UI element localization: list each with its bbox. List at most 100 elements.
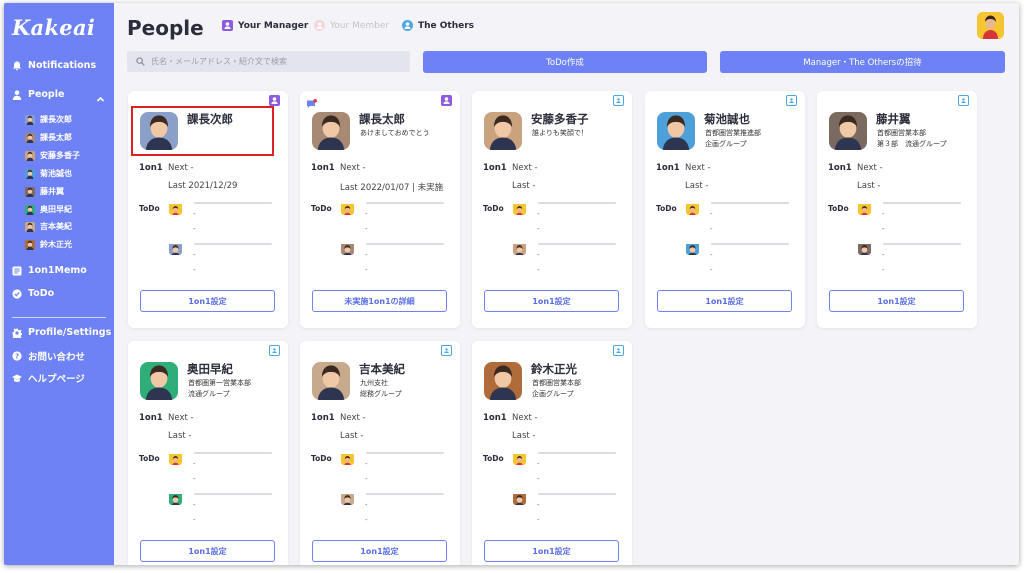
todo-label: ToDo — [311, 454, 332, 463]
sidebar-member-label: 藤井翼 — [40, 187, 64, 196]
person-card[interactable]: 吉本美紀 九州支社 総務グループ 1on1 Next - Last - ToDo - - - - 1o… — [300, 341, 460, 565]
oneonone-label: 1on1 — [139, 413, 163, 423]
sidebar-member-item[interactable]: 菊池誠也 — [25, 168, 72, 179]
person-name: 藤井翼 — [876, 112, 911, 126]
filter-label: Your Member — [330, 20, 390, 31]
sidebar-member-item[interactable]: 課長次郎 — [25, 114, 72, 125]
todo-item: - — [365, 475, 368, 483]
oneonone-settings-button[interactable]: 1on1設定 — [484, 540, 619, 562]
sidebar-item-profile-settings[interactable]: Profile/Settings — [12, 327, 111, 338]
person-subtitle: 首都圏営業本部 — [532, 379, 581, 387]
page-title: People — [127, 16, 204, 40]
sidebar-member-item[interactable]: 鈴木正光 — [25, 239, 72, 250]
todo-label: ToDo — [656, 204, 677, 213]
member-avatar — [858, 242, 871, 255]
member-avatar — [25, 150, 35, 161]
sidebar-item-people[interactable]: People — [12, 89, 64, 100]
others-badge-icon — [786, 95, 797, 106]
oneonone-settings-button[interactable]: 1on1設定 — [484, 290, 619, 312]
oneonone-settings-button[interactable]: 1on1設定 — [657, 290, 792, 312]
sidebar-divider — [12, 317, 106, 318]
oneonone-settings-button[interactable]: 1on1設定 — [312, 540, 447, 562]
person-card[interactable]: 課長太郎 あけましておめでとう 1on1 Next - Last 2022/01/07 … — [300, 91, 460, 328]
sidebar-member-item[interactable]: 課長太郎 — [25, 132, 72, 143]
todo-item: - — [365, 501, 368, 509]
sidebar-member-label: 鈴木正光 — [40, 240, 72, 249]
todo-bar — [883, 202, 961, 204]
last-meeting: Last - — [512, 181, 536, 191]
todo-item: - — [193, 210, 196, 218]
person-photo — [829, 112, 867, 150]
person-photo — [657, 112, 695, 150]
sidebar-item-contact[interactable]: ? お問い合わせ — [12, 349, 85, 363]
sidebar-member-item[interactable]: 吉本美紀 — [25, 221, 72, 232]
oneonone-settings-button[interactable]: 未実施1on1の詳細 — [312, 290, 447, 312]
todo-item: - — [537, 516, 540, 524]
todo-item: - — [193, 460, 196, 468]
sidebar-item-todo[interactable]: ToDo — [12, 288, 54, 299]
graduation-cap-icon — [12, 373, 22, 383]
sidebar-item-notifications[interactable]: Notifications — [12, 60, 96, 71]
user-avatar[interactable] — [977, 12, 1004, 39]
person-icon — [12, 90, 22, 100]
sidebar-member-item[interactable]: 安藤多香子 — [25, 150, 80, 161]
filter-the-others[interactable]: The Others — [402, 20, 474, 31]
app-logo: Kakeai — [12, 15, 96, 40]
person-card[interactable]: 鈴木正光 首都圏営業本部 企画グループ 1on1 Next - Last - ToDo - - -… — [472, 341, 632, 565]
todo-bar — [883, 243, 961, 245]
todo-bar — [194, 493, 272, 495]
others-badge-icon — [402, 20, 413, 31]
sidebar-item-label: Notifications — [28, 60, 97, 71]
member-avatar — [686, 242, 699, 255]
memo-icon — [12, 266, 22, 276]
sidebar-member-item[interactable]: 藤井翼 — [25, 186, 64, 197]
oneonone-label: 1on1 — [139, 163, 163, 173]
todo-item: - — [882, 266, 885, 274]
todo-bar — [538, 202, 616, 204]
person-card[interactable]: 菊池誠也 首都圏営業推進部 企画グループ 1on1 Next - Last - ToDo - -… — [645, 91, 805, 328]
person-card[interactable]: 藤井翼 首都圏営業本部 第３部 流通グループ 1on1 Next - Last - ToDo… — [817, 91, 977, 328]
person-card[interactable]: 安藤多香子 誰よりも笑顔で！ 1on1 Next - Last - ToDo - - - - 1on… — [472, 91, 632, 328]
search-bar[interactable] — [127, 51, 410, 72]
oneonone-label: 1on1 — [656, 163, 680, 173]
others-badge-icon — [958, 95, 969, 106]
todo-bar — [366, 452, 444, 454]
person-department: 総務グループ — [360, 390, 402, 398]
sidebar-member-label: 吉本美紀 — [40, 222, 72, 231]
check-circle-icon — [12, 288, 22, 299]
todo-item: - — [537, 460, 540, 468]
todo-item: - — [193, 501, 196, 509]
my-avatar — [513, 202, 526, 215]
oneonone-settings-button[interactable]: 1on1設定 — [140, 290, 275, 312]
chat-icon[interactable] — [306, 95, 317, 108]
sidebar-member-item[interactable]: 奥田早紀 — [25, 204, 72, 215]
member-avatar — [513, 242, 526, 255]
person-photo — [484, 112, 522, 150]
person-card[interactable]: 奥田早紀 首都圏第一営業本部 流通グループ 1on1 Next - Last - ToDo -… — [128, 341, 288, 565]
others-badge-icon — [269, 345, 280, 356]
last-meeting: Last - — [168, 431, 192, 441]
last-meeting: Last 2021/12/29 — [168, 181, 238, 191]
sidebar-item-help[interactable]: ヘルプページ — [12, 371, 85, 385]
sidebar-item-1on1memo[interactable]: 1on1Memo — [12, 265, 87, 276]
last-meeting: Last 2022/01/07 | 未実施 — [340, 183, 444, 193]
others-badge-icon — [441, 345, 452, 356]
invite-button[interactable]: Manager・The Othersの招待 — [720, 51, 1005, 73]
todo-item: - — [365, 251, 368, 259]
chevron-up-icon[interactable] — [96, 89, 105, 102]
todo-label: ToDo — [483, 204, 504, 213]
todo-item: - — [365, 210, 368, 218]
todo-create-button[interactable]: ToDo作成 — [423, 51, 707, 73]
oneonone-settings-button[interactable]: 1on1設定 — [829, 290, 964, 312]
todo-label: ToDo — [828, 204, 849, 213]
todo-item: - — [710, 266, 713, 274]
filter-your-manager[interactable]: Your Manager — [222, 20, 308, 31]
oneonone-label: 1on1 — [311, 163, 335, 173]
todo-item: - — [193, 266, 196, 274]
member-avatar — [341, 492, 354, 505]
todo-bar — [711, 243, 789, 245]
filter-your-member[interactable]: Your Member — [314, 20, 389, 31]
next-meeting: Next - — [168, 413, 194, 423]
search-input[interactable] — [151, 57, 401, 66]
oneonone-settings-button[interactable]: 1on1設定 — [140, 540, 275, 562]
